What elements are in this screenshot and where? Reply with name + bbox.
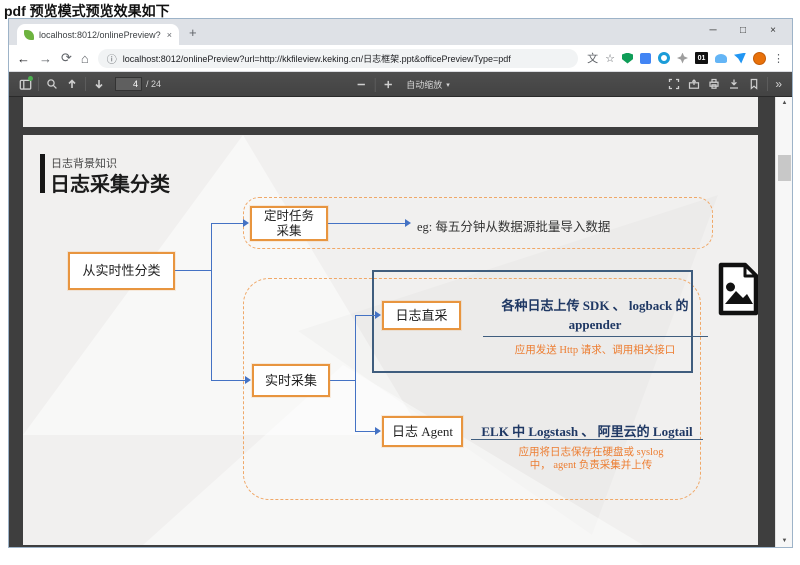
direct-heading-line2: appender — [568, 316, 622, 332]
scrollbar[interactable]: ▲ ▼ — [775, 97, 792, 547]
direct-heading: 各种日志上传 SDK 、 logback 的 appender — [475, 297, 715, 335]
agent-heading: ELK 中 Logstash 、 阿里云的 Logtail — [481, 424, 693, 439]
new-tab-button[interactable]: + — [189, 25, 197, 40]
slide-title: 日志采集分类 — [50, 174, 170, 196]
divider — [38, 77, 39, 91]
zoom-select[interactable]: 自动缩放 ▾ — [406, 78, 450, 91]
open-file-icon[interactable] — [684, 75, 704, 93]
reload-icon[interactable]: ⟳ — [61, 50, 72, 66]
back-icon[interactable]: ← — [17, 51, 30, 66]
agent-heading-underline — [471, 439, 703, 440]
close-button[interactable]: × — [758, 21, 788, 41]
forward-icon[interactable]: → — [39, 51, 52, 66]
node-scheduled: 定时任务 采集 — [250, 206, 328, 241]
connector-line — [328, 223, 406, 224]
node-agent: 日志 Agent — [382, 416, 463, 447]
minimize-button[interactable]: ─ — [698, 21, 728, 41]
arrowhead — [243, 219, 249, 227]
scheduled-note: eg: 每五分钟从数据源批量导入数据 — [417, 220, 611, 234]
chevron-down-icon: ▾ — [446, 81, 450, 89]
direct-heading-line1: 各种日志上传 SDK 、 logback 的 — [501, 298, 689, 313]
pdf-page: 日志背景知识 日志采集分类 从实时性分类 定时任务 采集 实时采集 日志直采 日… — [23, 135, 758, 545]
next-page-button[interactable] — [89, 75, 109, 93]
maximize-button[interactable]: □ — [728, 21, 758, 41]
browser-toolbar: ← → ⟳ ⌂ ⓘ localhost:8012/onlinePreview?u… — [9, 45, 792, 72]
url-text[interactable]: localhost:8012/onlinePreview?url=http://… — [123, 52, 511, 65]
divider — [374, 77, 376, 92]
tab-strip: localhost:8012/onlinePreview? × + ─ □ × — [9, 19, 792, 45]
extension-badge-01[interactable]: 01 — [695, 52, 708, 64]
pdf-viewer: 日志背景知识 日志采集分类 从实时性分类 定时任务 采集 实时采集 日志直采 日… — [9, 97, 792, 547]
node-realtime: 实时采集 — [252, 364, 330, 397]
node-direct: 日志直采 — [382, 301, 461, 330]
extension-icon-gray[interactable] — [677, 52, 688, 64]
tab-close-icon[interactable]: × — [167, 30, 172, 40]
arrowhead — [375, 427, 381, 435]
connector-line — [330, 380, 356, 381]
site-info-icon[interactable]: ⓘ — [107, 51, 117, 66]
browser-tab[interactable]: localhost:8012/onlinePreview? × — [17, 24, 179, 45]
presentation-mode-icon[interactable] — [664, 75, 684, 93]
toolbar-actions: 文 ☆ 01 ⋮ — [587, 50, 784, 66]
previous-page-button[interactable] — [62, 75, 82, 93]
arrowhead — [405, 219, 411, 227]
home-icon[interactable]: ⌂ — [81, 51, 89, 66]
scroll-down-icon[interactable]: ▼ — [776, 538, 792, 544]
direct-subtext: 应用发送 Http 请求、调用相关接口 — [514, 345, 676, 356]
bookmark-icon[interactable] — [744, 75, 764, 93]
address-bar[interactable]: ⓘ localhost:8012/onlinePreview?url=http:… — [97, 48, 579, 68]
window-controls: ─ □ × — [698, 21, 788, 41]
image-placeholder-icon — [717, 262, 758, 321]
adblock-extension-icon[interactable] — [622, 52, 633, 64]
more-tools-icon[interactable]: » — [771, 77, 786, 91]
pdf-toolbar: / 24 自动缩放 ▾ — [9, 72, 792, 97]
print-icon[interactable] — [704, 75, 724, 93]
agent-subtext-line2: 中， agent 负责采集并上传 — [529, 460, 653, 472]
connector-line — [355, 315, 375, 316]
sidebar-toggle-button[interactable] — [15, 75, 35, 93]
pdf-toolbar-right: » — [664, 75, 786, 93]
translate-icon[interactable]: 文 — [587, 50, 598, 66]
cloud-extension-icon[interactable] — [715, 53, 727, 63]
previous-page-bottom — [23, 97, 758, 127]
zoom-in-icon[interactable] — [378, 76, 398, 94]
browser-menu-icon[interactable]: ⋮ — [773, 52, 784, 65]
profile-avatar[interactable] — [753, 51, 766, 65]
node-root: 从实时性分类 — [68, 252, 175, 290]
title-accent-bar — [40, 154, 45, 193]
spring-leaf-favicon — [24, 29, 34, 40]
scrollbar-thumb[interactable] — [778, 155, 791, 181]
connector-line — [212, 223, 244, 224]
zoom-select-label: 自动缩放 — [406, 80, 443, 90]
agent-subtext: 应用将日志保存在硬盘或 syslog 中， agent 负责采集并上传 — [475, 446, 707, 472]
agent-subtext-line1: 应用将日志保存在硬盘或 syslog — [518, 447, 664, 458]
connector-line — [212, 380, 245, 381]
zoom-out-icon[interactable] — [351, 76, 371, 94]
page-count-label: / 24 — [146, 79, 162, 89]
extension-icon-blue[interactable] — [640, 52, 651, 64]
tab-title: localhost:8012/onlinePreview? — [39, 29, 161, 40]
divider — [85, 77, 86, 91]
zoom-controls: 自动缩放 ▾ — [351, 72, 450, 97]
connector-line — [355, 315, 356, 432]
scroll-up-icon[interactable]: ▲ — [776, 100, 792, 106]
bookmark-star-icon[interactable]: ☆ — [605, 52, 615, 65]
status-dot — [28, 76, 33, 81]
search-icon[interactable] — [42, 75, 62, 93]
bird-extension-icon[interactable] — [734, 52, 746, 64]
connector-line — [175, 270, 212, 271]
divider — [767, 77, 769, 91]
browser-window: localhost:8012/onlinePreview? × + ─ □ × … — [8, 18, 793, 548]
direct-heading-underline — [483, 336, 708, 337]
connector-line — [211, 223, 212, 381]
connector-line — [355, 431, 375, 432]
arrowhead — [245, 376, 251, 384]
download-icon[interactable] — [724, 75, 744, 93]
extension-icon-circle[interactable] — [658, 52, 670, 64]
page-number-input[interactable] — [115, 77, 142, 91]
arrowhead — [375, 311, 381, 319]
